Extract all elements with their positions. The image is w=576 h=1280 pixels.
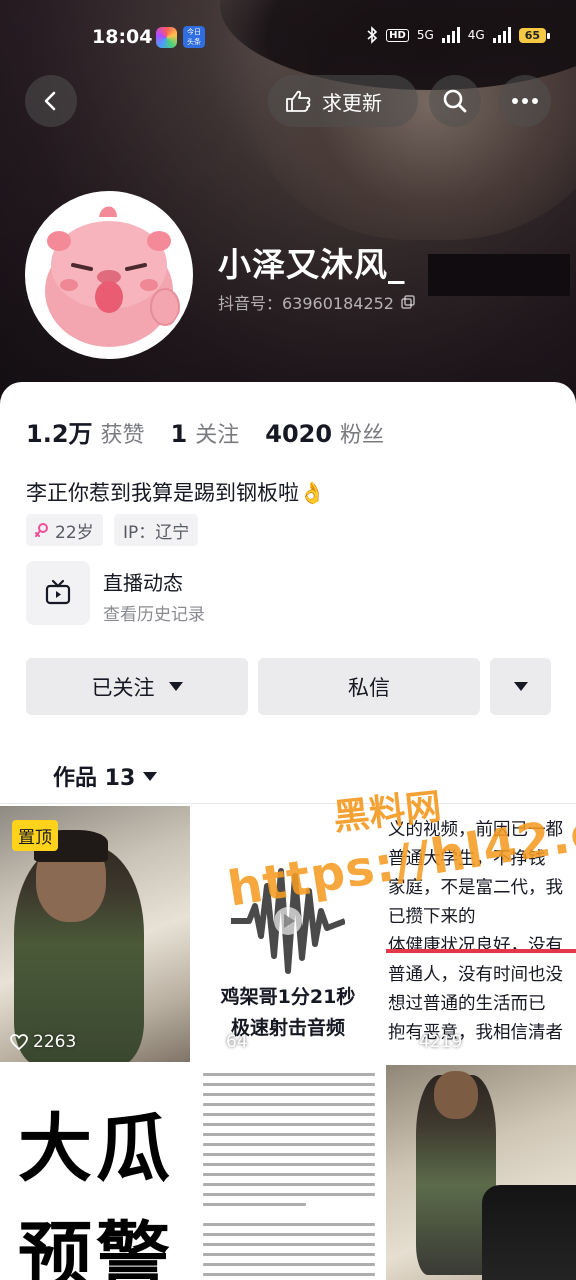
like-count-text: 4219 [419,1032,463,1052]
video-thumbnail-1[interactable]: 置顶 2263 [0,806,190,1062]
live-subtitle: 查看历史记录 [103,605,205,625]
statement-line: 体健康状况良好，没有 [388,936,563,956]
like-count-text: 2263 [33,1032,77,1052]
redaction-bar [428,254,570,296]
age-tag: 22岁 [26,514,103,546]
live-title: 直播动态 [103,571,183,595]
tab-divider [0,803,576,804]
face-image [434,1071,478,1119]
red-underline [386,949,576,953]
heart-icon [10,1034,28,1050]
stats-row: 1.2万 获赞 1 关注 4020 粉丝 [26,414,410,449]
copy-icon[interactable] [400,294,416,310]
tv-play-icon [45,579,71,605]
heart-icon [203,1034,221,1050]
like-count: 4219 [396,1032,462,1052]
status-time: 18:04 [92,26,153,48]
hd-badge: HD [386,28,409,42]
battery-icon: 65 [518,27,551,43]
following-count[interactable]: 1 [171,420,188,448]
toutiao-app-icon: 今日 头条 [183,26,205,48]
likes-label: 获赞 [100,423,145,448]
signal-icon-2 [492,27,511,43]
video-thumbnail-4[interactable]: 大瓜 预警 [0,1065,190,1280]
document-text-image [203,1073,375,1280]
caret-down-icon [513,682,528,691]
signal-icon [441,27,460,43]
photos-app-icon [156,27,177,48]
live-tv-icon-box [26,561,90,625]
age-text: 22岁 [55,522,94,543]
video-thumbnail-5[interactable] [193,1065,383,1280]
ip-tag: IP：辽宁 [114,514,199,546]
black-jacket-image [482,1185,576,1280]
followers-count[interactable]: 4020 [265,420,332,448]
following-label: 关注 [195,423,240,448]
video-thumbnail-6[interactable] [386,1065,576,1280]
statement-line: 想过普通的生活而已 [388,994,546,1014]
more-options-button[interactable] [499,75,551,127]
heart-icon [396,1034,414,1050]
tab-works[interactable]: 作品 13 [53,760,158,792]
back-button[interactable] [25,75,77,127]
request-update-label: 求更新 [322,90,382,115]
status-right: HD 5G 4G 65 [366,26,551,44]
bio: 李正你惹到我算是踢到钢板啦👌 [26,481,326,505]
status-bar: 18:04 今日 头条 HD 5G 4G 65 [0,0,576,72]
douyin-id[interactable]: 抖音号：63960184252 [218,290,416,314]
likes-count[interactable]: 1.2万 [26,414,93,449]
chevron-left-icon [44,91,56,111]
search-button[interactable] [429,75,481,127]
nickname: 小泽又沐风_ [218,245,406,284]
followed-button[interactable]: 已关注 [26,658,248,715]
big-text-line2: 预警 [18,1214,174,1280]
ip-text: IP：辽宁 [123,522,190,543]
recommend-dropdown-button[interactable] [490,658,551,715]
female-gender-icon [35,523,48,537]
network-5g-label: 5G [416,28,434,42]
caret-down-icon [168,682,183,691]
search-icon [443,89,467,113]
like-count: 64 [203,1032,248,1052]
caret-down-icon [143,771,158,781]
bluetooth-icon [367,26,378,44]
audio-title-line1: 鸡架哥1分21秒 [220,986,356,1008]
pinned-badge: 置顶 [12,820,58,851]
followed-label: 已关注 [91,675,155,700]
like-count-text: 64 [226,1032,248,1052]
request-update-button[interactable]: 求更新 [268,75,418,127]
followers-label: 粉丝 [340,423,385,448]
like-count: 2263 [10,1032,76,1052]
pointing-hand-icon [286,90,311,112]
live-history-entry[interactable]: 直播动态 查看历史记录 [26,561,426,627]
message-label: 私信 [348,675,390,700]
pink-mascot-avatar-image [29,195,189,355]
works-tab-label: 作品 13 [53,766,136,791]
big-text-line1: 大瓜 [18,1106,174,1192]
network-4g-label: 4G [467,28,485,42]
douyin-id-text: 抖音号：63960184252 [218,294,394,313]
statement-line: 已攒下来的 [388,907,476,927]
avatar[interactable] [25,191,193,359]
more-dots-icon [512,98,538,104]
message-button[interactable]: 私信 [258,658,480,715]
statement-line: 普通人，没有时间也没 [388,965,563,985]
